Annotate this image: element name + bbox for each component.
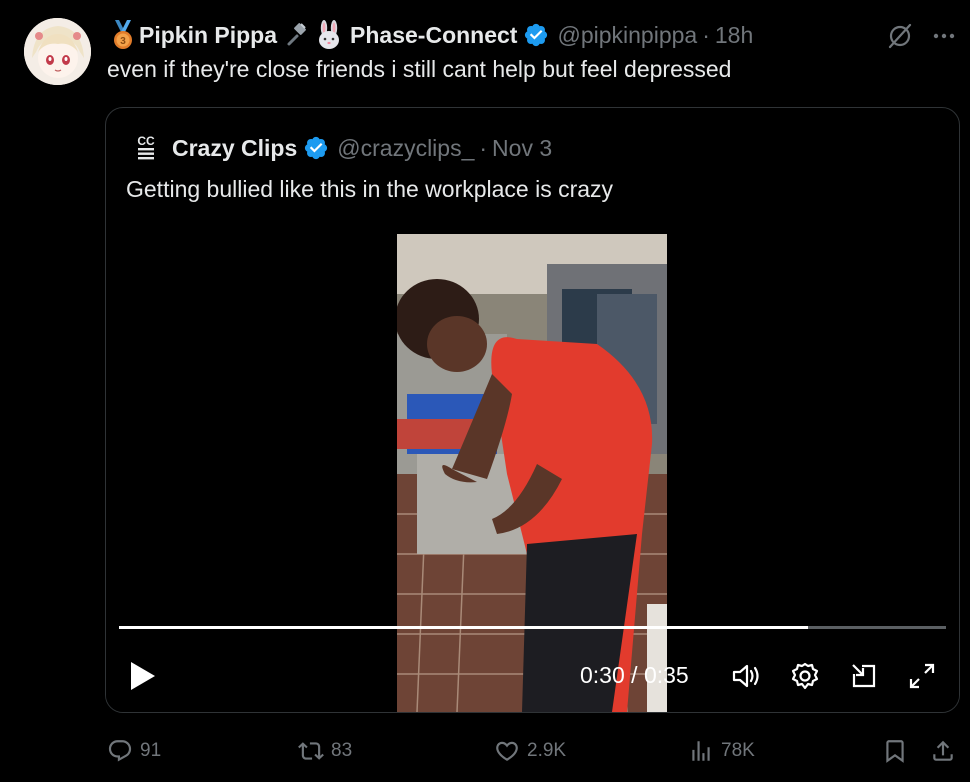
- repost-icon: [298, 742, 324, 760]
- video-duration: 0:35: [643, 662, 689, 688]
- avatar[interactable]: [24, 18, 91, 85]
- quoted-tweet-timestamp[interactable]: Nov 3: [492, 135, 552, 162]
- video-progress-fill: [119, 626, 808, 629]
- like-icon: [496, 741, 518, 761]
- crazy-clips-logo-icon: CC: [136, 133, 156, 163]
- rabbit-icon: [315, 20, 343, 50]
- settings-icon: [791, 662, 819, 690]
- share-icon: [933, 740, 953, 761]
- reply-icon: [108, 740, 132, 762]
- author-org-name[interactable]: Phase-Connect: [350, 22, 517, 49]
- quoted-author-handle[interactable]: @crazyclips_: [337, 135, 474, 162]
- video-time-display: 0:30 / 0:35: [580, 662, 689, 689]
- views-icon: [692, 741, 710, 761]
- play-button[interactable]: [126, 658, 158, 694]
- fullscreen-button[interactable]: [904, 658, 940, 694]
- svg-text:CC: CC: [137, 134, 155, 148]
- bookmark-icon: [886, 740, 904, 763]
- author-display-name[interactable]: Pipkin Pippa: [139, 22, 277, 49]
- fullscreen-icon: [909, 663, 935, 689]
- plug-icon: [285, 22, 309, 48]
- video-frame: [397, 234, 667, 712]
- quoted-tweet-header: CC Crazy Clips @crazyclips_ · Nov 3: [136, 132, 552, 164]
- video-player[interactable]: 0:30 / 0:35: [106, 234, 959, 712]
- verified-badge-icon: [303, 135, 329, 161]
- share-button[interactable]: [930, 733, 956, 769]
- repost-button[interactable]: 83: [298, 733, 352, 769]
- tweet-text: even if they're close friends i still ca…: [107, 56, 732, 82]
- video-current-time: 0:30: [580, 662, 625, 688]
- repost-count: 83: [331, 740, 353, 761]
- volume-button[interactable]: [728, 658, 764, 694]
- grok-icon[interactable]: [886, 22, 914, 50]
- video-time-separator: /: [631, 662, 638, 688]
- svg-text:3: 3: [120, 36, 126, 47]
- quoted-tweet-text: Getting bullied like this in the workpla…: [126, 176, 614, 202]
- verified-badge-icon: [523, 22, 549, 48]
- views-button[interactable]: 78K: [688, 733, 755, 769]
- picture-in-picture-button[interactable]: [846, 658, 882, 694]
- play-icon: [131, 662, 155, 690]
- tweet-action-bar: 91 83 2.9K 78K: [0, 733, 970, 769]
- like-button[interactable]: 2.9K: [494, 733, 566, 769]
- separator-dot: ·: [702, 21, 710, 48]
- reply-count: 91: [140, 740, 162, 761]
- views-count: 78K: [721, 740, 755, 761]
- quoted-tweet[interactable]: CC Crazy Clips @crazyclips_ · Nov 3 Gett…: [105, 107, 960, 713]
- video-progress-bar[interactable]: [119, 626, 946, 629]
- settings-button[interactable]: [787, 658, 823, 694]
- bookmark-button[interactable]: [882, 733, 908, 769]
- author-handle[interactable]: @pipkinpippa: [557, 22, 697, 49]
- separator-dot: ·: [479, 134, 488, 161]
- volume-icon: [732, 664, 759, 688]
- more-icon[interactable]: [930, 22, 958, 50]
- like-count: 2.9K: [527, 740, 567, 761]
- medal-icon: 3: [110, 20, 136, 50]
- quoted-author-name[interactable]: Crazy Clips: [172, 135, 297, 162]
- pip-icon: [852, 664, 876, 688]
- tweet-timestamp[interactable]: 18h: [715, 22, 753, 49]
- reply-button[interactable]: 91: [107, 733, 161, 769]
- tweet-header: 3 Pipkin Pippa Phase-Connect @pipkinpipp…: [107, 18, 753, 52]
